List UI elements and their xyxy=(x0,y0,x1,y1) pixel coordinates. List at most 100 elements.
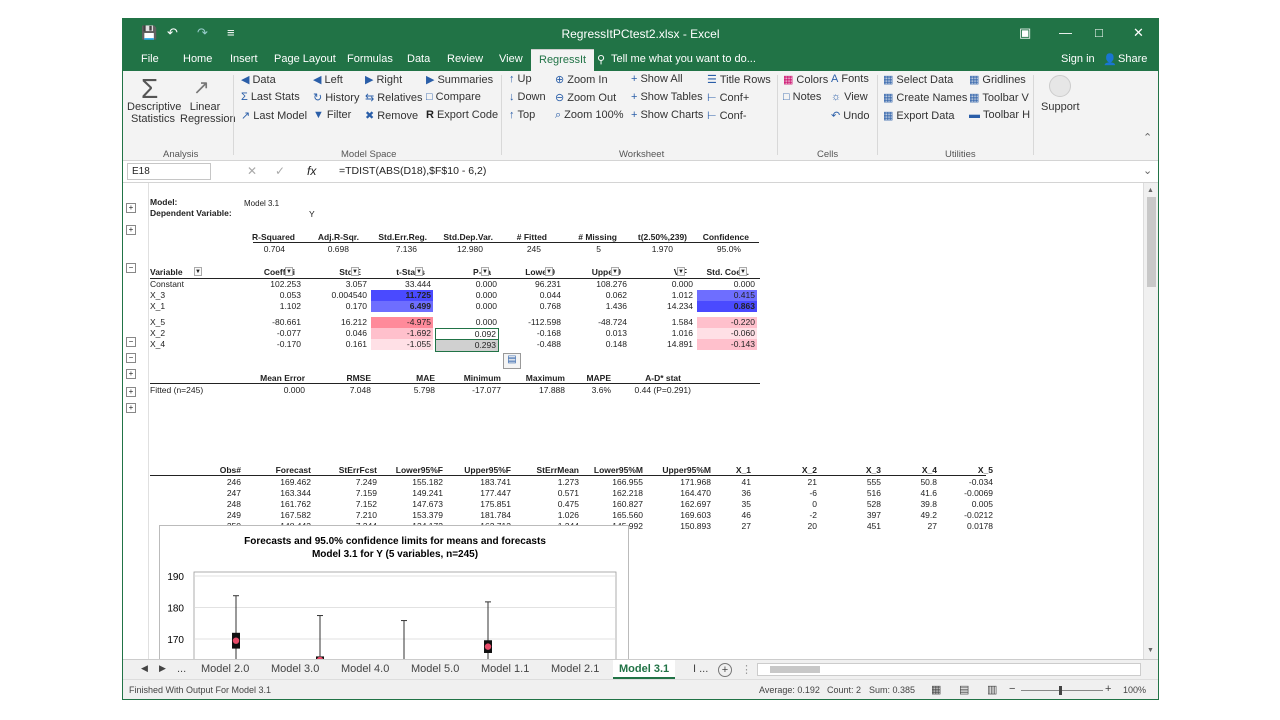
coef-cell[interactable]: 1.102 xyxy=(233,301,303,312)
show-charts-button[interactable]: + Show Charts xyxy=(631,109,703,121)
conf-minus-button[interactable]: ⊢ Conf- xyxy=(707,109,747,122)
maximize-icon[interactable]: □ xyxy=(1095,25,1103,40)
sheet-tab[interactable]: Model 4.0 xyxy=(341,663,389,675)
coef-cell[interactable]: 0.044 xyxy=(501,290,563,301)
title-rows-button[interactable]: ☰ Title Rows xyxy=(707,73,771,86)
coef-cell[interactable]: 0.062 xyxy=(565,290,629,301)
filter-dropdown-icon[interactable]: ▼ xyxy=(739,267,747,276)
zoom-slider[interactable] xyxy=(1021,690,1103,691)
coef-cell[interactable]: 0.000 xyxy=(435,279,499,290)
linear-regression-button[interactable]: Linear Regression xyxy=(180,101,236,125)
forecast-cell[interactable]: 0 xyxy=(759,499,817,510)
coef-cell[interactable]: 33.444 xyxy=(371,279,433,290)
outline-toggle[interactable]: + xyxy=(126,403,136,413)
forecast-cell[interactable]: -2 xyxy=(759,510,817,521)
enter-icon[interactable]: ✓ xyxy=(275,164,285,178)
coef-cell[interactable]: 102.253 xyxy=(233,279,303,290)
coef-cell[interactable]: -48.724 xyxy=(565,317,629,328)
outline-toggle[interactable]: + xyxy=(126,225,136,235)
forecast-cell[interactable]: 46 xyxy=(693,510,751,521)
normal-view-icon[interactable]: ▦ xyxy=(931,683,941,696)
coef-cell[interactable]: -1.055 xyxy=(371,339,433,350)
forecast-cell[interactable]: 27 xyxy=(879,521,937,532)
coef-cell[interactable]: X_4 xyxy=(150,339,212,350)
forecast-cell[interactable]: 149.241 xyxy=(385,488,443,499)
coef-cell[interactable]: 0.415 xyxy=(697,290,757,301)
coef-cell[interactable]: 0.000 xyxy=(435,317,499,328)
descriptive-stats-button[interactable]: Descriptive Statistics xyxy=(127,101,181,125)
toolbar-v-button[interactable]: ▦ Toolbar V xyxy=(969,91,1029,104)
zoom-slider-thumb[interactable] xyxy=(1059,686,1062,695)
forecast-cell[interactable]: -0.0069 xyxy=(935,488,993,499)
forecast-cell[interactable]: 248 xyxy=(183,499,241,510)
coef-cell[interactable]: X_2 xyxy=(150,328,212,339)
forecast-cell[interactable]: 451 xyxy=(823,521,881,532)
coef-cell[interactable]: -0.488 xyxy=(501,339,563,350)
last-model-button[interactable]: ↗ Last Model xyxy=(241,109,307,122)
toolbar-h-button[interactable]: ▬ Toolbar H xyxy=(969,109,1030,121)
sheet-tab[interactable]: Model 5.0 xyxy=(411,663,459,675)
zoom-out-button[interactable]: ⊖ Zoom Out xyxy=(555,91,616,104)
coef-cell[interactable]: -0.170 xyxy=(233,339,303,350)
sheet-tab[interactable]: Model 2.1 xyxy=(551,663,599,675)
outline-toggle[interactable]: + xyxy=(126,369,136,379)
scroll-up-icon[interactable]: ▲ xyxy=(1147,187,1154,194)
forecast-cell[interactable]: 35 xyxy=(693,499,751,510)
add-sheet-icon[interactable]: + xyxy=(718,663,732,677)
data-button[interactable]: ◀ Data xyxy=(241,73,276,86)
filter-dropdown-icon[interactable]: ▼ xyxy=(481,267,489,276)
sheet-tab[interactable]: Model 2.0 xyxy=(201,663,249,675)
forecast-cell[interactable]: -6 xyxy=(759,488,817,499)
gridlines-button[interactable]: ▦ Gridlines xyxy=(969,73,1026,86)
tab-scroll-right-icon[interactable]: ▶ xyxy=(159,663,166,674)
outline-toggle[interactable]: − xyxy=(126,353,136,363)
quick-analysis-icon[interactable]: ▤ xyxy=(503,353,521,369)
forecast-cell[interactable]: 7.210 xyxy=(319,510,377,521)
forecast-cell[interactable]: 27 xyxy=(693,521,751,532)
forecast-cell[interactable]: 246 xyxy=(183,477,241,488)
tab-review[interactable]: Review xyxy=(447,53,483,65)
forecast-cell[interactable]: 20 xyxy=(759,521,817,532)
horizontal-scrollbar[interactable] xyxy=(757,663,1141,676)
coef-cell[interactable]: -1.692 xyxy=(371,328,433,339)
forecast-cell[interactable]: 7.249 xyxy=(319,477,377,488)
share-button[interactable]: Share xyxy=(1118,53,1147,65)
page-layout-icon[interactable]: ▤ xyxy=(959,683,969,696)
coef-cell[interactable]: 0.161 xyxy=(305,339,369,350)
forecast-cell[interactable]: 167.582 xyxy=(253,510,311,521)
fonts-button[interactable]: A Fonts xyxy=(831,73,869,85)
vertical-scrollbar[interactable]: ▲ ▼ xyxy=(1143,183,1158,659)
remove-button[interactable]: ✖ Remove xyxy=(365,109,418,122)
expand-formula-icon[interactable]: ⌄ xyxy=(1143,164,1152,177)
forecast-cell[interactable]: 39.8 xyxy=(879,499,937,510)
coef-cell[interactable]: 0.000 xyxy=(697,279,757,290)
coef-cell[interactable]: 0.046 xyxy=(305,328,369,339)
close-icon[interactable]: ✕ xyxy=(1133,25,1144,41)
tab-overflow[interactable]: ... xyxy=(177,663,186,675)
forecast-cell[interactable]: 41.6 xyxy=(879,488,937,499)
coef-cell[interactable]: -0.077 xyxy=(233,328,303,339)
forecast-cell[interactable]: 155.182 xyxy=(385,477,443,488)
coef-cell[interactable]: 0.053 xyxy=(233,290,303,301)
forecast-cell[interactable]: 166.955 xyxy=(585,477,643,488)
filter-dropdown-icon[interactable]: ▼ xyxy=(415,267,423,276)
zoom-level[interactable]: 100% xyxy=(1123,685,1146,695)
zoom-100-button[interactable]: ⌕ Zoom 100% xyxy=(555,109,623,122)
coef-cell[interactable]: 0.170 xyxy=(305,301,369,312)
colors-button[interactable]: ▦ Colors xyxy=(783,73,828,86)
zoom-out-icon[interactable]: − xyxy=(1009,683,1015,695)
page-break-icon[interactable]: ▥ xyxy=(987,683,997,696)
coef-cell[interactable]: 0.293 xyxy=(435,339,499,352)
sheet-tab-active[interactable]: Model 3.1 xyxy=(613,660,676,679)
sheet-tab[interactable]: Model 1.1 xyxy=(481,663,529,675)
coef-cell[interactable]: 0.004540 xyxy=(305,290,369,301)
coef-cell[interactable]: 3.057 xyxy=(305,279,369,290)
ribbon-display-icon[interactable]: ▣ xyxy=(1019,25,1031,41)
coef-cell[interactable]: 1.436 xyxy=(565,301,629,312)
cancel-icon[interactable]: ✕ xyxy=(247,164,257,178)
filter-dropdown-icon[interactable]: ▼ xyxy=(545,267,553,276)
forecast-cell[interactable]: 249 xyxy=(183,510,241,521)
coef-cell[interactable]: -0.220 xyxy=(697,317,757,328)
coef-cell[interactable]: 0.000 xyxy=(435,290,499,301)
forecast-cell[interactable]: 165.560 xyxy=(585,510,643,521)
